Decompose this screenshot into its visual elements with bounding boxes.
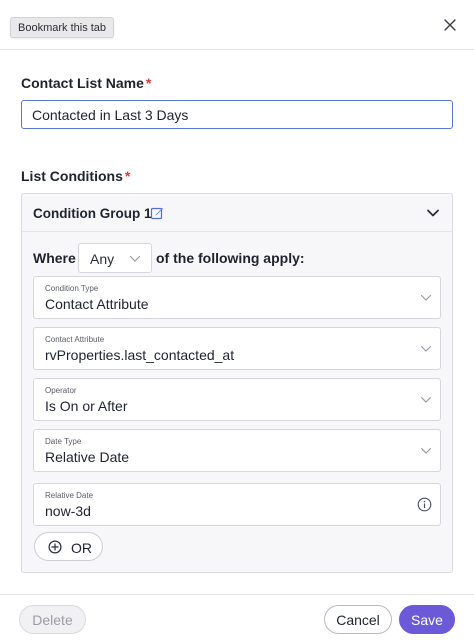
condition-group: Condition Group 1 Where Any of the follo… bbox=[21, 193, 453, 573]
chevron-down-icon bbox=[420, 345, 432, 352]
field-value: now-3d bbox=[45, 503, 91, 519]
list-conditions-label: List Conditions * bbox=[21, 168, 131, 184]
plus-circle-icon bbox=[48, 540, 62, 554]
field-value: Is On or After bbox=[45, 398, 128, 414]
field-value: Relative Date bbox=[45, 449, 130, 465]
add-or-condition-button[interactable]: OR bbox=[34, 532, 103, 561]
delete-button[interactable]: Delete bbox=[19, 605, 86, 634]
condition-type-select[interactable]: Condition Type Contact Attribute bbox=[33, 276, 441, 319]
field-label: Operator bbox=[45, 386, 77, 395]
cancel-button[interactable]: Cancel bbox=[324, 605, 392, 634]
save-button[interactable]: Save bbox=[399, 605, 455, 634]
close-button[interactable] bbox=[441, 16, 459, 34]
chevron-down-icon bbox=[420, 447, 432, 454]
close-icon bbox=[444, 19, 456, 31]
contact-list-name-label: Contact List Name * bbox=[21, 75, 152, 91]
or-button-label: OR bbox=[71, 540, 92, 556]
match-type-select[interactable]: Any bbox=[78, 243, 152, 273]
field-value: Contact Attribute bbox=[45, 296, 149, 312]
bookmark-tooltip: Bookmark this tab bbox=[10, 17, 115, 38]
field-label: Condition Type bbox=[45, 284, 99, 293]
contact-attribute-select[interactable]: Contact Attribute rvProperties.last_cont… bbox=[33, 327, 441, 370]
info-icon[interactable] bbox=[417, 497, 432, 512]
chevron-down-icon bbox=[129, 255, 141, 262]
field-label: Date Type bbox=[45, 437, 82, 446]
field-label: Contact Attribute bbox=[45, 335, 105, 344]
field-value: rvProperties.last_contacted_at bbox=[45, 347, 235, 363]
condition-group-header[interactable]: Condition Group 1 bbox=[22, 194, 452, 232]
apply-label: of the following apply: bbox=[156, 250, 305, 266]
chevron-down-icon[interactable] bbox=[426, 207, 440, 219]
modal-footer: Delete Cancel Save bbox=[0, 594, 474, 641]
required-mark: * bbox=[124, 168, 131, 184]
date-type-select[interactable]: Date Type Relative Date bbox=[33, 429, 441, 472]
chevron-down-icon bbox=[420, 396, 432, 403]
where-label: Where bbox=[33, 250, 76, 266]
relative-date-input[interactable]: Relative Date now-3d bbox=[33, 483, 441, 526]
match-type-value: Any bbox=[90, 251, 115, 267]
condition-group-title: Condition Group 1 bbox=[33, 206, 152, 221]
contact-list-name-input[interactable] bbox=[21, 100, 453, 129]
field-label: Relative Date bbox=[45, 491, 94, 500]
edit-icon[interactable] bbox=[150, 206, 164, 220]
chevron-down-icon bbox=[420, 294, 432, 301]
operator-select[interactable]: Operator Is On or After bbox=[33, 378, 441, 421]
required-mark: * bbox=[145, 75, 152, 91]
modal-header: st Bookmark this tab bbox=[0, 0, 474, 50]
